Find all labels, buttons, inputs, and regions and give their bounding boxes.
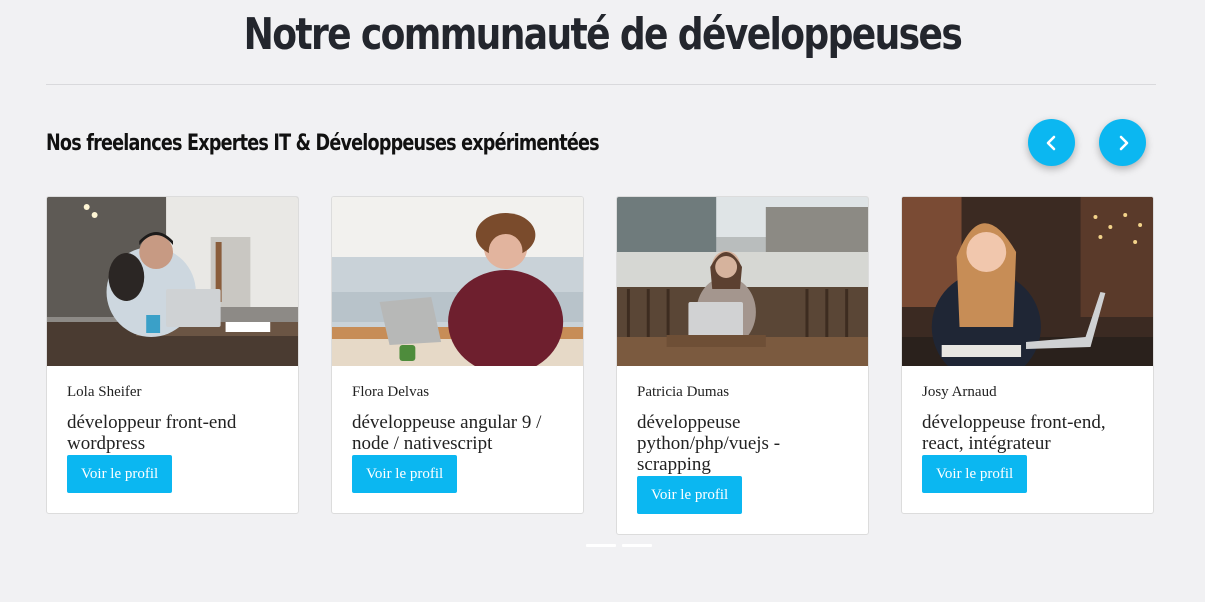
profile-role: développeuse python/php/vuejs - scrappin…	[637, 412, 781, 475]
profile-name: Flora Delvas	[352, 384, 430, 400]
view-profile-button[interactable]: Voir le profil	[67, 455, 173, 493]
section-title: Nos freelances Expertes IT & Développeus…	[46, 131, 600, 156]
chevron-right-icon	[1119, 135, 1128, 150]
profile-role: développeuse front-end, react, intégrate…	[922, 412, 1106, 454]
title-divider	[46, 84, 1156, 85]
view-profile-button[interactable]: Voir le profil	[922, 455, 1028, 493]
carousel-dot[interactable]	[622, 544, 652, 547]
profile-photo	[617, 197, 868, 366]
profile-name: Patricia Dumas	[637, 384, 730, 400]
profile-name: Josy Arnaud	[922, 384, 997, 400]
profile-card: Josy Arnaud développeuse front-end, reac…	[901, 196, 1154, 514]
profile-photo	[332, 197, 583, 366]
profile-card: Flora Delvas développeuse angular 9 / no…	[331, 196, 584, 514]
view-profile-button[interactable]: Voir le profil	[352, 455, 458, 493]
profile-role: développeuse angular 9 / node / nativesc…	[352, 412, 542, 454]
chevron-left-icon	[1046, 135, 1055, 150]
view-profile-button[interactable]: Voir le profil	[637, 476, 743, 514]
profile-card: Patricia Dumas développeuse python/php/v…	[616, 196, 869, 535]
carousel-dot[interactable]	[586, 544, 616, 547]
carousel-pagination	[586, 544, 652, 547]
page-title: Notre communauté de développeuses	[243, 9, 963, 60]
profile-name: Lola Sheifer	[67, 384, 142, 400]
profile-photo	[47, 197, 298, 366]
profile-card: Lola Sheifer développeur front-end wordp…	[46, 196, 299, 514]
carousel-next-button[interactable]	[1099, 119, 1146, 166]
profile-photo	[902, 197, 1153, 366]
carousel-prev-button[interactable]	[1028, 119, 1075, 166]
profile-role: développeur front-end wordpress	[67, 412, 237, 454]
